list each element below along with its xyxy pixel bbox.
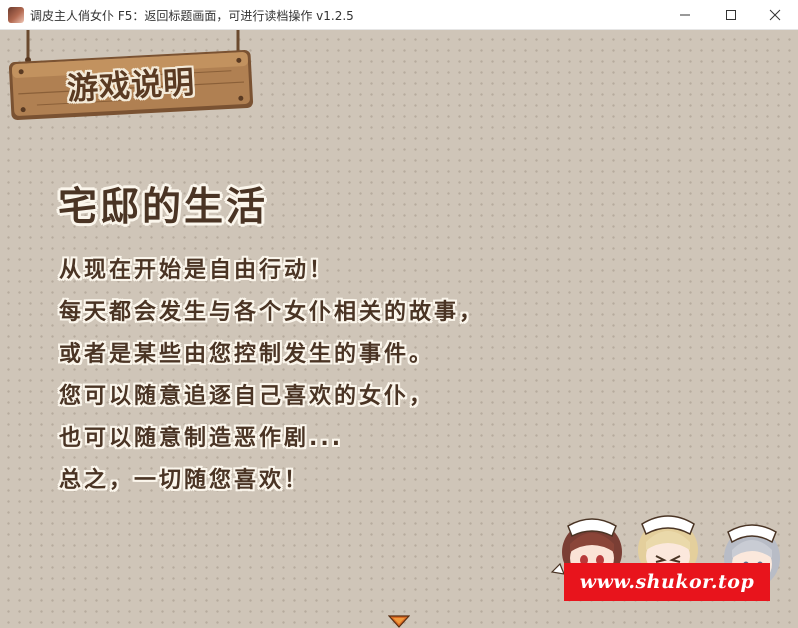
body-line-4: 您可以随意追逐自己喜欢的女仆，: [59, 384, 435, 409]
next-page-arrow-icon[interactable]: [388, 615, 410, 628]
window-titlebar[interactable]: 调皮主人俏女仆 F5：返回标题画面，可进行读档操作 v1.2.5: [0, 0, 798, 30]
close-button[interactable]: [752, 0, 798, 30]
maximize-icon: [726, 10, 736, 20]
body-line-3: 或者是某些由您控制发生的事件。: [59, 342, 435, 367]
section-sign: 游戏说明: [6, 30, 256, 120]
game-screen[interactable]: 游戏说明 宅邸的生活 从现在开始是自由行动！ 每天都会发生与各个女仆相关的故事，…: [0, 30, 798, 628]
body-line-1: 从现在开始是自由行动！: [59, 258, 335, 283]
app-icon: [8, 7, 24, 23]
watermark-banner: www.shukor.top: [564, 563, 770, 601]
body-line-2: 每天都会发生与各个女仆相关的故事，: [59, 300, 485, 325]
body-line-5: 也可以随意制造恶作剧...: [59, 426, 344, 451]
window-title: 调皮主人俏女仆 F5：返回标题画面，可进行读档操作 v1.2.5: [30, 9, 354, 23]
minimize-icon: [680, 14, 690, 16]
body-line-6: 总之，一切随您喜欢！: [59, 468, 310, 493]
close-icon: [769, 9, 781, 21]
minimize-button[interactable]: [662, 0, 708, 30]
maximize-button[interactable]: [708, 0, 754, 30]
watermark-text: www.shukor.top: [579, 571, 755, 593]
page-heading: 宅邸的生活: [58, 185, 269, 230]
